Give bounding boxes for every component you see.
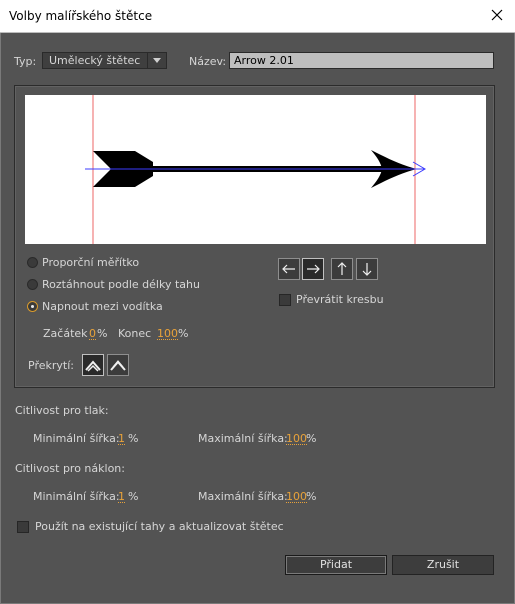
flip-checkbox[interactable] <box>279 294 291 306</box>
apply-existing-label: Použít na existující tahy a aktualizovat… <box>35 520 284 533</box>
overlap-label: Překrytí: <box>28 359 74 372</box>
right-arrow-icon <box>307 264 320 274</box>
radio-proportional-label: Proporční měřítko <box>42 256 140 269</box>
tilt-max-unit: % <box>306 490 317 503</box>
radio-guides[interactable] <box>27 301 38 312</box>
name-label: Název: <box>189 55 227 68</box>
direction-up-button[interactable] <box>331 258 353 280</box>
radio-stretch-label: Roztáhnout podle délky tahu <box>42 278 200 291</box>
close-icon <box>491 9 503 21</box>
apply-existing-checkbox[interactable] <box>17 521 29 533</box>
overlap-adjust-icon <box>85 360 101 372</box>
pressure-heading: Citlivost pro tlak: <box>15 404 109 417</box>
brush-preview <box>25 95 486 244</box>
tilt-min-unit: % <box>128 490 139 503</box>
cancel-button[interactable]: Zrušit <box>392 555 494 575</box>
start-value[interactable]: 0 <box>89 327 96 340</box>
pressure-max-value[interactable]: 100 <box>286 432 307 445</box>
tilt-max-value[interactable]: 100 <box>286 490 307 503</box>
pressure-min-unit: % <box>128 432 139 445</box>
radio-stretch[interactable] <box>27 279 38 290</box>
down-arrow-icon <box>362 263 372 276</box>
overlap-none-button[interactable] <box>107 354 129 376</box>
title-bar: Volby malířského štětce <box>0 0 515 33</box>
tilt-max-label: Maximální šířka: <box>198 490 288 503</box>
close-button[interactable] <box>485 4 509 26</box>
start-label: Začátek <box>43 327 88 340</box>
radio-proportional[interactable] <box>27 257 38 268</box>
end-label: Konec <box>118 327 152 340</box>
name-input[interactable]: Arrow 2.01 <box>229 52 494 69</box>
tilt-min-value[interactable]: 1 <box>118 490 125 503</box>
chevron-down-icon <box>147 53 166 68</box>
arrow-brush-artwork <box>85 95 426 244</box>
direction-down-button[interactable] <box>356 258 378 280</box>
type-label: Typ: <box>14 55 37 68</box>
tilt-min-label: Minimální šířka: <box>33 490 120 503</box>
flip-label: Převrátit kresbu <box>296 293 384 306</box>
type-dropdown-value: Umělecký štětec <box>49 54 141 67</box>
pressure-min-label: Minimální šířka: <box>33 432 120 445</box>
direction-right-button[interactable] <box>302 258 324 280</box>
add-button[interactable]: Přidat <box>285 555 387 575</box>
window-title: Volby malířského štětce <box>9 9 153 23</box>
start-unit: % <box>97 327 108 340</box>
left-arrow-icon <box>282 264 295 274</box>
radio-guides-label: Napnout mezi vodítka <box>42 300 163 313</box>
overlap-adjust-button[interactable] <box>82 354 104 376</box>
pressure-max-label: Maximální šířka: <box>198 432 288 445</box>
tilt-heading: Citlivost pro náklon: <box>15 462 125 475</box>
direction-left-button[interactable] <box>278 258 300 280</box>
type-dropdown[interactable]: Umělecký štětec <box>42 52 167 69</box>
overlap-none-icon <box>110 360 126 371</box>
end-unit: % <box>178 327 189 340</box>
pressure-min-value[interactable]: 1 <box>118 432 125 445</box>
end-value[interactable]: 100 <box>157 327 178 340</box>
up-arrow-icon <box>337 262 347 275</box>
pressure-max-unit: % <box>306 432 317 445</box>
